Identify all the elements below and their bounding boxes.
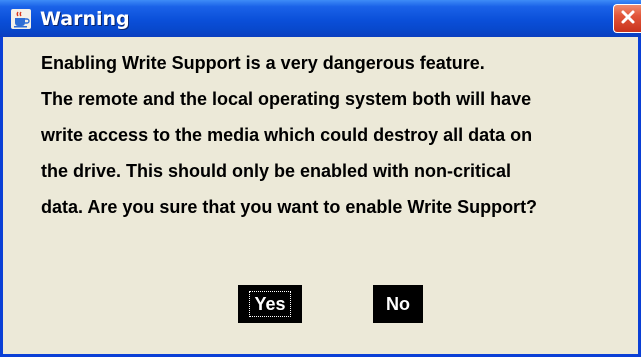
warning-dialog: Warning Enabling Write Support is a very… (0, 0, 641, 357)
yes-button-label: Yes (249, 291, 291, 317)
java-cup-icon (10, 8, 32, 30)
close-x-icon (620, 9, 636, 29)
no-button[interactable]: No (373, 285, 423, 323)
message-line: Enabling Write Support is a very dangero… (41, 53, 485, 73)
title-bar[interactable]: Warning (0, 0, 641, 37)
message-line: data. Are you sure that you want to enab… (41, 197, 538, 217)
no-button-label: No (386, 293, 410, 314)
message-line: write access to the media which could de… (41, 125, 533, 145)
message-line: the drive. This should only be enabled w… (41, 161, 512, 181)
yes-button[interactable]: Yes (238, 285, 302, 323)
warning-message: Enabling Write Support is a very dangero… (41, 46, 641, 226)
message-line: The remote and the local operating syste… (41, 89, 532, 109)
dialog-body: Enabling Write Support is a very dangero… (3, 37, 638, 354)
dialog-title: Warning (40, 7, 130, 30)
close-button[interactable] (613, 4, 641, 33)
